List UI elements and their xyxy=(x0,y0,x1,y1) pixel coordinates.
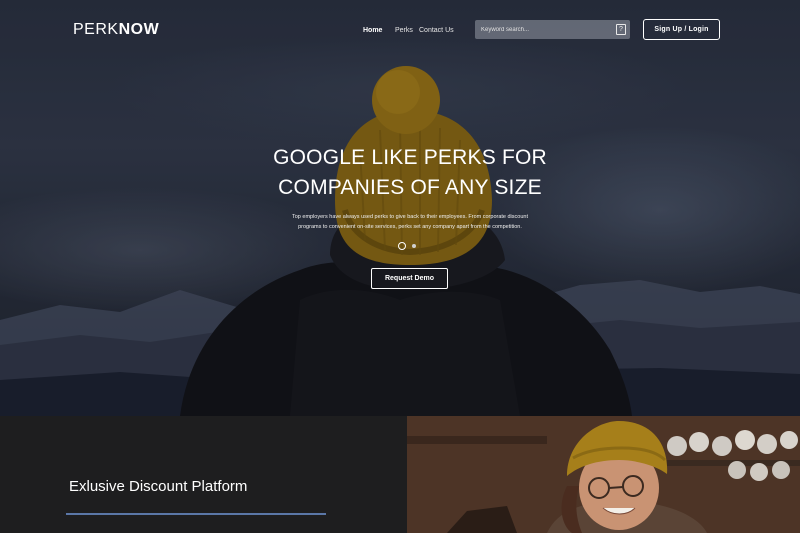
woman-with-beanie-image xyxy=(407,416,800,533)
signup-login-button[interactable]: Sign Up / Login xyxy=(643,19,720,40)
features-title: Exlusive Discount Platform xyxy=(69,478,248,495)
features-photo xyxy=(407,416,800,533)
hero-subtext: Top employers have always used perks to … xyxy=(270,212,550,232)
features-title-underline xyxy=(66,513,326,515)
hero-subtext-line2: programs to convenient on-site services,… xyxy=(298,224,522,230)
hero-subtext-line1: Top employers have always used perks to … xyxy=(291,214,528,220)
features-panel xyxy=(0,416,407,533)
hero-headline-line1: GOOGLE LIKE PERKS FOR xyxy=(273,146,547,169)
nav-home[interactable]: Home xyxy=(363,27,382,34)
search-icon[interactable]: ? xyxy=(616,24,626,35)
search-input[interactable] xyxy=(481,23,609,36)
logo-text-now: NOW xyxy=(118,21,160,38)
hero-overlay xyxy=(0,0,800,416)
search-box: ? xyxy=(475,20,630,39)
carousel-dot-active[interactable] xyxy=(398,242,406,250)
request-demo-button[interactable]: Request Demo xyxy=(371,268,448,289)
nav-perks[interactable]: Perks xyxy=(395,27,413,34)
hero-headline: GOOGLE LIKE PERKS FOR COMPANIES OF ANY S… xyxy=(250,143,570,203)
logo-text-perk: PERK xyxy=(73,21,119,38)
hero-section xyxy=(0,0,800,416)
brand-logo[interactable]: PERKNOW xyxy=(73,21,159,39)
nav-contact-us[interactable]: Contact Us xyxy=(419,27,454,34)
carousel-dot[interactable] xyxy=(412,244,416,248)
hero-headline-line2: COMPANIES OF ANY SIZE xyxy=(278,176,542,199)
